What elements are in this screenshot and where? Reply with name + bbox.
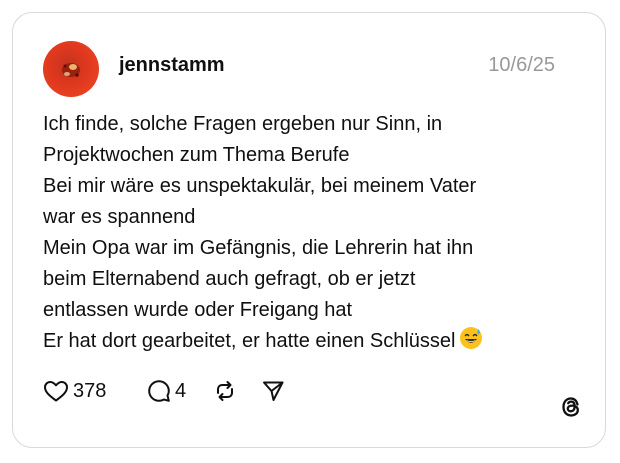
threads-logo-icon[interactable] xyxy=(558,393,584,421)
share-button[interactable] xyxy=(261,377,285,405)
avatar[interactable] xyxy=(43,41,99,97)
post-text-line: Projektwochen zum Thema Berufe xyxy=(43,144,350,166)
comment-icon xyxy=(148,380,170,402)
send-icon xyxy=(263,381,284,401)
post-text-line: Mein Opa war im Gefängnis, die Lehrerin … xyxy=(43,237,474,259)
post-text-line: war es spannend xyxy=(43,206,196,228)
like-count: 378 xyxy=(73,380,107,402)
like-button[interactable]: 378 xyxy=(43,377,106,405)
post-text-line: Er hat dort gearbeitet, er hatte einen S… xyxy=(43,330,456,352)
post-text-line-last: Er hat dort gearbeitet, er hatte einen S… xyxy=(43,326,583,360)
post-text-line: Ich finde, solche Fragen ergeben nur Sin… xyxy=(43,113,443,135)
post-date[interactable]: 10/6/25 xyxy=(488,53,555,77)
post-card[interactable]: jennstamm 10/6/25 Ich finde, solche Frag… xyxy=(12,12,606,448)
reply-count: 4 xyxy=(175,380,187,402)
grinning-face-with-sweat-icon xyxy=(459,326,483,360)
repost-button[interactable] xyxy=(213,377,237,405)
repost-icon xyxy=(217,381,233,401)
post-body: Ich finde, solche Fragen ergeben nur Sin… xyxy=(43,109,583,360)
post-text-line: entlassen wurde oder Freigang hat xyxy=(43,299,353,321)
avatar-image xyxy=(62,63,80,77)
post-text-line: beim Elternabend auch gefragt, ob er jet… xyxy=(43,268,416,290)
post-text-line: Bei mir wäre es unspektakulär, bei meine… xyxy=(43,175,477,197)
heart-icon xyxy=(44,381,68,402)
username[interactable]: jennstamm xyxy=(119,53,225,77)
reply-button[interactable]: 4 xyxy=(147,377,186,405)
